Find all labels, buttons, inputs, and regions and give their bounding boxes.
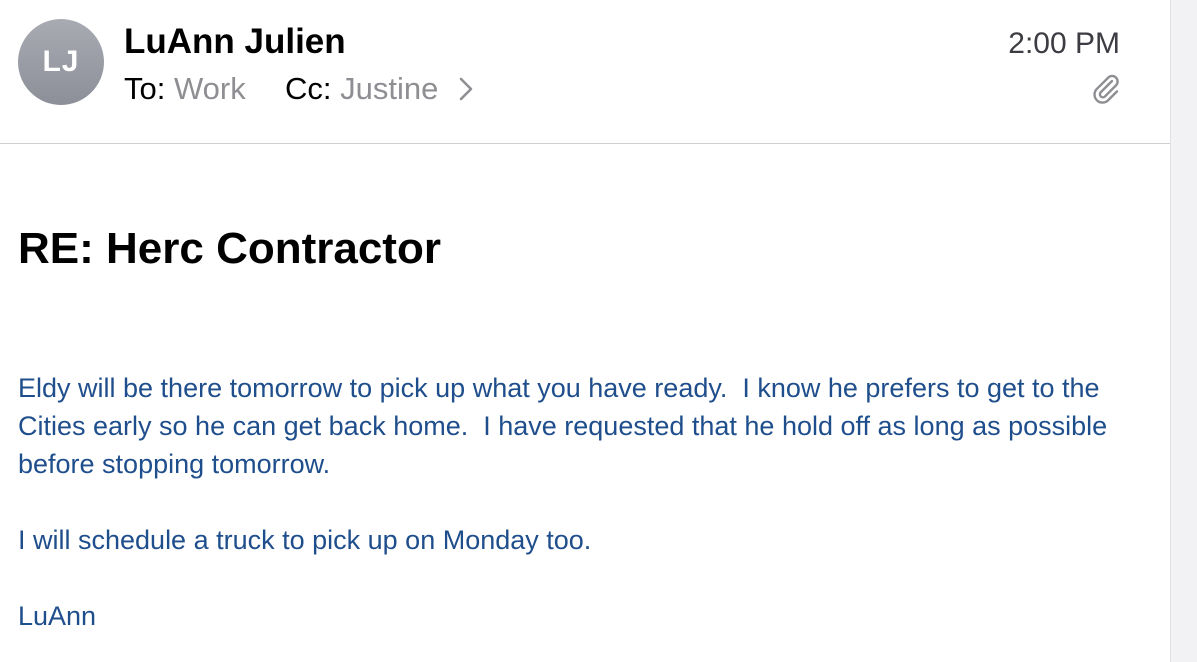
signature: LuAnn: [18, 601, 97, 631]
message-time: 2:00 PM: [1008, 27, 1120, 60]
to-recipient[interactable]: Work: [174, 71, 246, 106]
sender-name[interactable]: LuAnn Julien: [124, 22, 346, 62]
avatar[interactable]: LJ: [18, 19, 104, 105]
message-pane: LJ LuAnn Julien To: Work Cc: Justine 2:0…: [0, 0, 1170, 662]
message-header: LJ LuAnn Julien To: Work Cc: Justine 2:0…: [0, 0, 1170, 144]
to-label: To:: [124, 71, 166, 106]
body-paragraph: I will schedule a truck to pick up on Mo…: [18, 525, 592, 555]
avatar-initials: LJ: [42, 45, 80, 78]
recipients-row[interactable]: To: Work Cc: Justine: [124, 70, 473, 110]
message-subject: RE: Herc Contractor: [18, 224, 441, 273]
cc-label: Cc:: [285, 71, 332, 106]
scroll-gutter: [1170, 0, 1197, 662]
message-body: Eldy will be there tomorrow to pick up w…: [18, 369, 1138, 635]
mail-message-view: LJ LuAnn Julien To: Work Cc: Justine 2:0…: [0, 0, 1197, 662]
chevron-right-icon[interactable]: [459, 72, 473, 110]
paperclip-icon[interactable]: [1088, 72, 1122, 106]
body-paragraph: Eldy will be there tomorrow to pick up w…: [18, 373, 1115, 479]
cc-recipient[interactable]: Justine: [340, 71, 438, 106]
